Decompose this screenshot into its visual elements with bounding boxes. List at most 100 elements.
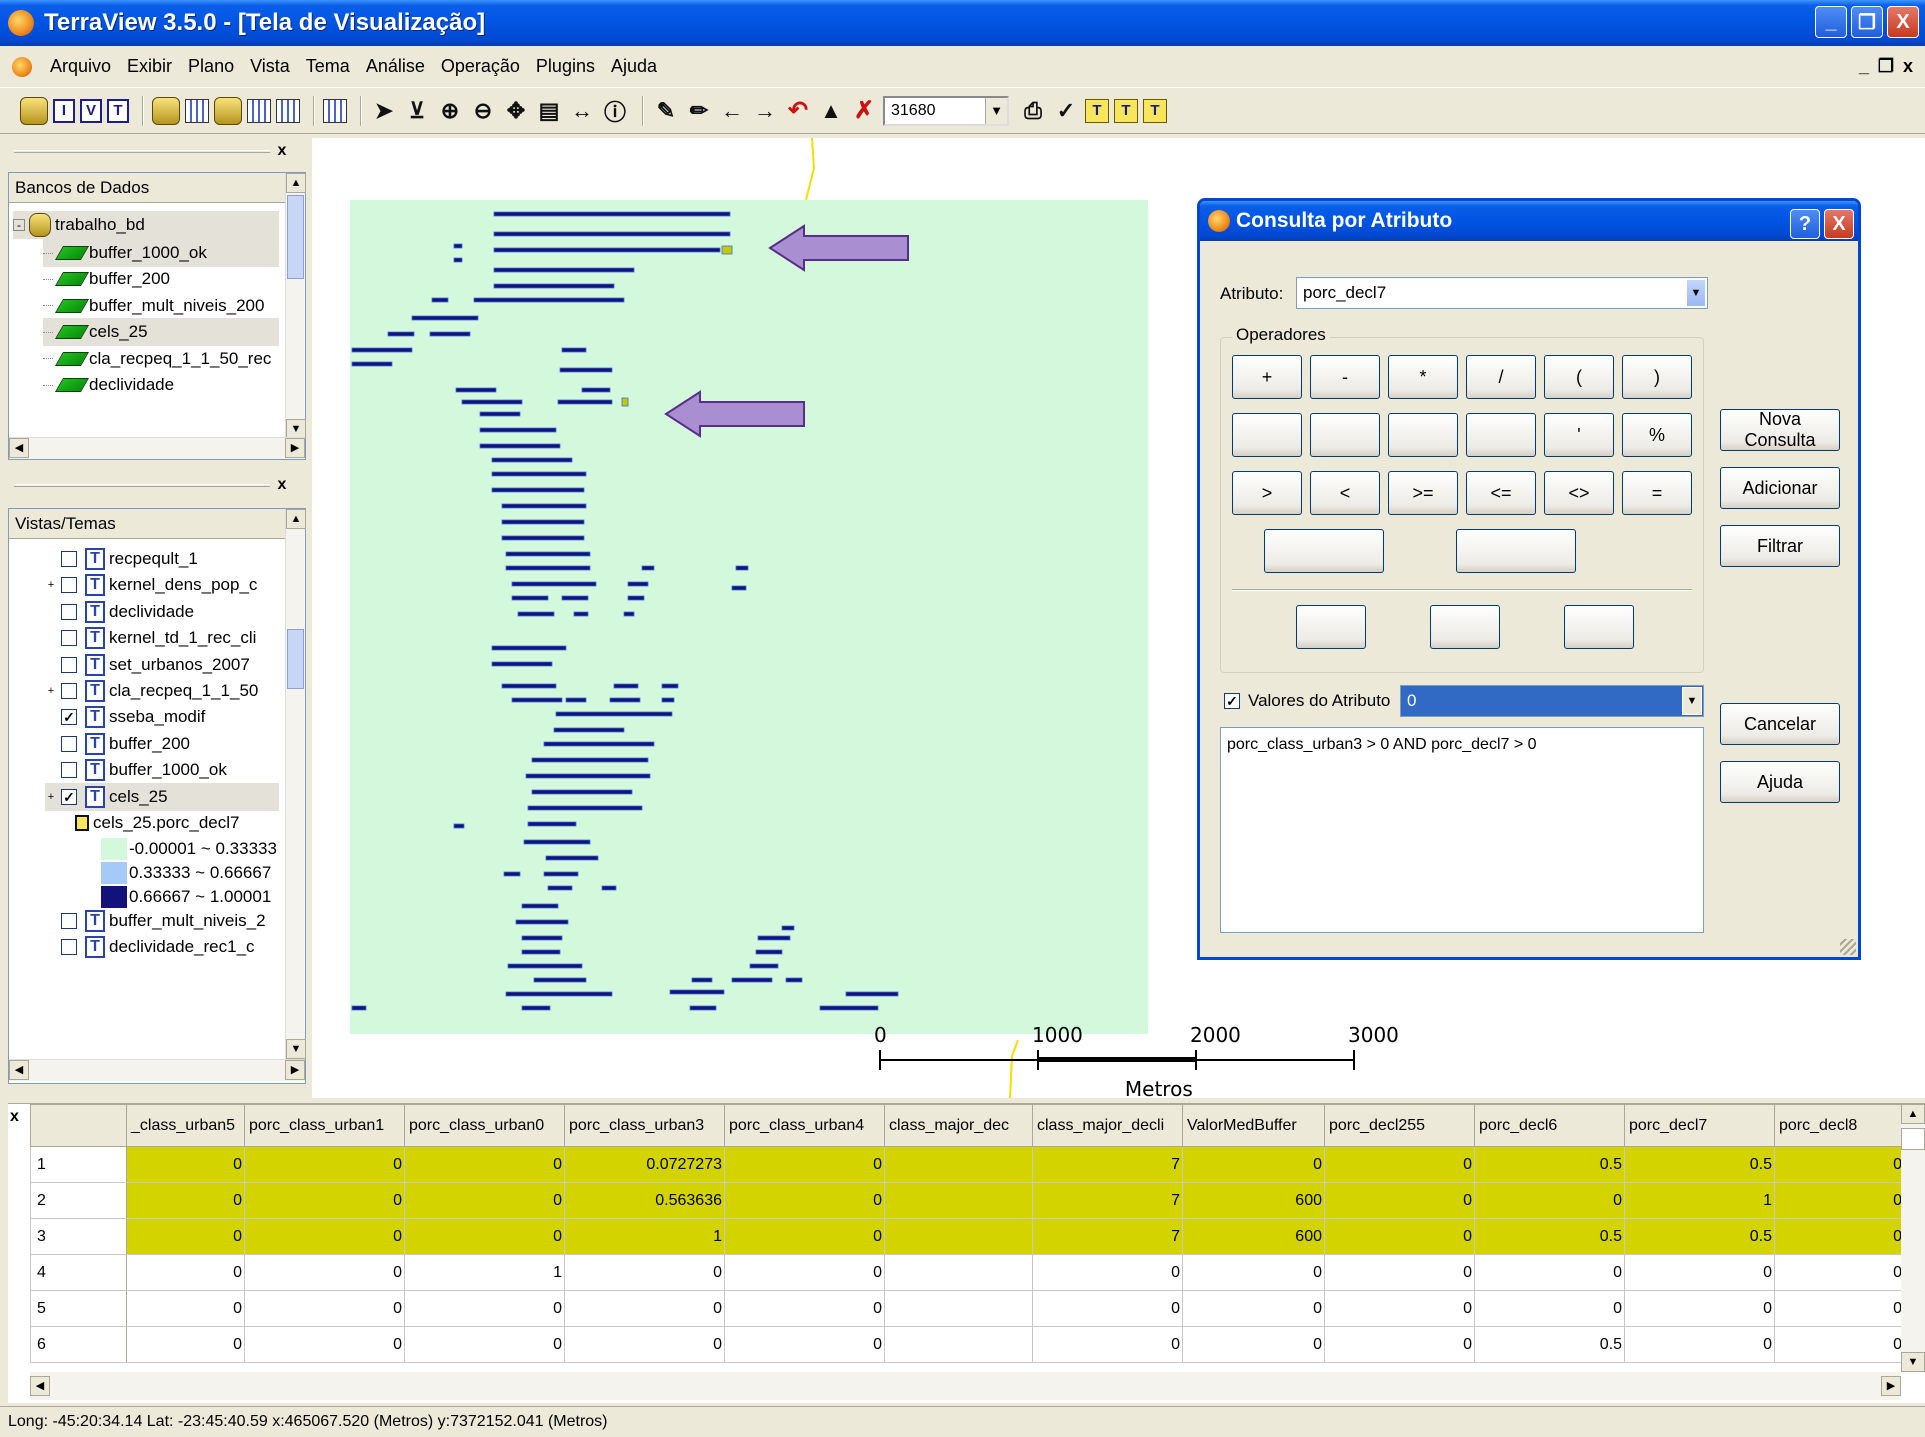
tree-layer-item[interactable]: declividade <box>43 371 279 399</box>
table-cell[interactable]: 0 <box>564 1254 725 1291</box>
table-cell[interactable]: 0 <box>1324 1218 1475 1255</box>
chevron-down-icon[interactable]: ▼ <box>1686 279 1706 307</box>
table-cell[interactable]: 7 <box>1032 1182 1183 1219</box>
theme-visibility-checkbox[interactable] <box>61 577 77 594</box>
operator-button[interactable]: = <box>1622 471 1692 515</box>
theme-item[interactable]: ✓ Tsseba_modif <box>45 703 279 731</box>
view-icon[interactable]: V <box>80 98 102 123</box>
pencil-icon[interactable]: ✏ <box>685 97 713 125</box>
dialog-close-button[interactable]: X <box>1824 209 1854 239</box>
table-cell[interactable]: 0 <box>404 1182 565 1219</box>
table-cell[interactable] <box>884 1254 1033 1291</box>
table-cell[interactable]: 1 <box>1624 1182 1775 1219</box>
table-cell[interactable]: 0 <box>1182 1254 1325 1291</box>
theme-visibility-checkbox[interactable]: ✓ <box>61 709 77 726</box>
row-number[interactable]: 2 <box>30 1182 127 1219</box>
operator-button[interactable]: ' <box>1544 413 1614 457</box>
menu-arquivo[interactable]: Arquivo <box>42 56 119 77</box>
scroll-right-icon[interactable]: ▶ <box>285 438 305 458</box>
tree-layer-item[interactable]: buffer_200 <box>43 265 279 293</box>
expand-icon[interactable]: + <box>45 685 57 697</box>
table-cell[interactable]: 0 <box>1324 1290 1475 1327</box>
operator-button[interactable]: % <box>1622 413 1692 457</box>
theme-item[interactable]: + Tcla_recpeq_1_1_50 <box>45 677 279 705</box>
table-cell[interactable]: 0 <box>1324 1146 1475 1183</box>
cursor-icon[interactable]: ▲ <box>817 97 845 125</box>
blank-operator-button[interactable] <box>1564 605 1634 649</box>
column-header[interactable]: porc_class_urban4 <box>724 1104 885 1147</box>
table-cell[interactable]: 0 <box>724 1254 885 1291</box>
table-cell[interactable]: 0 <box>126 1146 245 1183</box>
table-cell[interactable]: 0.5 <box>1624 1218 1775 1255</box>
minimize-button[interactable]: _ <box>1815 6 1847 38</box>
operator-button[interactable]: >= <box>1388 471 1458 515</box>
filtrar-button[interactable]: Filtrar <box>1720 525 1840 567</box>
theme-visibility-checkbox[interactable] <box>61 735 77 752</box>
theme-item[interactable]: Tbuffer_200 <box>45 730 279 758</box>
forward-arrow-icon[interactable]: → <box>751 97 779 125</box>
table-cell[interactable]: 1 <box>404 1254 565 1291</box>
table-cell[interactable] <box>884 1182 1033 1219</box>
operator-button[interactable]: <= <box>1466 471 1536 515</box>
blank-operator-button[interactable] <box>1456 529 1576 573</box>
scroll-left-icon[interactable]: ◀ <box>9 1060 29 1080</box>
scroll-down-icon[interactable]: ▼ <box>286 419 306 439</box>
adicionar-button[interactable]: Adicionar <box>1720 467 1840 509</box>
menu-plugins[interactable]: Plugins <box>528 56 603 77</box>
expand-icon[interactable]: + <box>45 579 57 591</box>
menu-ajuda[interactable]: Ajuda <box>603 56 665 77</box>
text-tool-icon[interactable]: T <box>1085 98 1109 123</box>
scroll-up-icon[interactable]: ▲ <box>286 173 306 193</box>
delete-icon[interactable]: ✗ <box>850 97 878 125</box>
theme-item[interactable]: Tbuffer_mult_niveis_2 <box>45 907 279 935</box>
document-icon[interactable] <box>12 56 32 77</box>
database-icon[interactable] <box>20 96 48 125</box>
back-arrow-icon[interactable]: ← <box>718 97 746 125</box>
column-header[interactable]: class_major_dec <box>884 1104 1033 1147</box>
table-cell[interactable] <box>884 1146 1033 1183</box>
table-cell[interactable]: 0.5 <box>1474 1326 1625 1363</box>
theme-visibility-checkbox[interactable] <box>61 630 77 647</box>
databases-panel-grip[interactable]: x <box>8 140 298 166</box>
theme-visibility-checkbox[interactable] <box>61 912 77 929</box>
blank-operator-button[interactable] <box>1264 529 1384 573</box>
values-checkbox-row[interactable]: ✓ Valores do Atributo <box>1224 691 1390 711</box>
theme-visibility-checkbox[interactable] <box>61 656 77 673</box>
table-cell[interactable]: 1 <box>564 1218 725 1255</box>
text-visual-icon[interactable]: T <box>1143 98 1167 123</box>
table-cell[interactable]: 0 <box>126 1254 245 1291</box>
scroll-left-icon[interactable]: ◀ <box>30 1376 50 1396</box>
table-cell[interactable]: 0 <box>1774 1218 1905 1255</box>
table-cell[interactable]: 0 <box>1774 1182 1905 1219</box>
table-cell[interactable]: 0 <box>244 1218 405 1255</box>
query-text-area[interactable]: porc_class_urban3 > 0 AND porc_decl7 > 0 <box>1220 727 1704 933</box>
column-header[interactable]: porc_decl255 <box>1324 1104 1475 1147</box>
tree-layer-item[interactable]: buffer_mult_niveis_200 <box>43 292 279 320</box>
table-cell[interactable]: 0 <box>1474 1182 1625 1219</box>
column-header[interactable]: porc_class_urban1 <box>244 1104 405 1147</box>
table-cell[interactable]: 0 <box>1032 1326 1183 1363</box>
operator-button[interactable]: ) <box>1622 355 1692 399</box>
visual-icon[interactable] <box>214 96 242 125</box>
operator-button[interactable] <box>1388 413 1458 457</box>
table-cell[interactable]: 0 <box>1774 1254 1905 1291</box>
collapse-icon[interactable]: - <box>13 219 25 231</box>
mdi-restore-button[interactable]: ❐ <box>1877 56 1895 77</box>
blank-operator-button[interactable] <box>1430 605 1500 649</box>
graphic-icon[interactable] <box>276 98 300 123</box>
row-number-header[interactable] <box>30 1104 127 1147</box>
menu-tema[interactable]: Tema <box>298 56 358 77</box>
table-cell[interactable] <box>884 1218 1033 1255</box>
theme-item[interactable]: + ✓ Tcels_25 <box>45 782 279 811</box>
theme-item[interactable]: Tset_urbanos_2007 <box>45 651 279 679</box>
row-number[interactable]: 3 <box>30 1218 127 1255</box>
table-cell[interactable]: 600 <box>1182 1218 1325 1255</box>
table-cell[interactable]: 0 <box>404 1326 565 1363</box>
views-panel-grip[interactable]: x <box>8 474 298 500</box>
values-checkbox[interactable]: ✓ <box>1224 693 1240 709</box>
tree-layer-item[interactable]: cla_recpeq_1_1_50_rec <box>43 345 279 373</box>
select-icon[interactable]: ⊻ <box>403 97 431 125</box>
table-cell[interactable]: 0 <box>1182 1146 1325 1183</box>
tree-db-root[interactable]: - trabalho_bd <box>13 211 279 239</box>
operator-button[interactable] <box>1232 413 1302 457</box>
